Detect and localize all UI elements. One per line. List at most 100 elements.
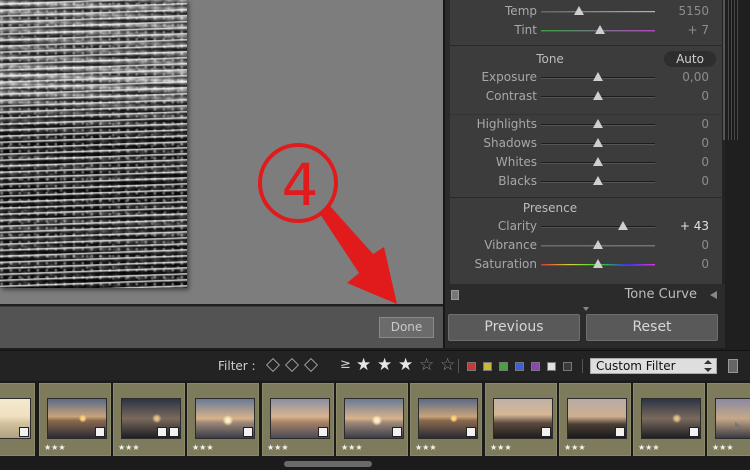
slider-row-temp: Temp 5150 — [450, 2, 723, 21]
thumbnail-rating: ★★★ — [564, 443, 586, 452]
tone-auto-button[interactable]: Auto — [664, 51, 716, 67]
thumbnail-rating: ★★★ — [267, 443, 289, 452]
thumbnail-rating: ★★★ — [118, 443, 140, 452]
color-label-box[interactable] — [467, 362, 476, 371]
color-label-box[interactable] — [515, 362, 524, 371]
divider — [582, 359, 583, 373]
divider — [458, 359, 459, 373]
reset-button[interactable]: Reset — [586, 314, 718, 341]
slider-value[interactable]: 0 — [701, 155, 709, 169]
develop-settings-badge-icon — [169, 427, 179, 437]
filmstrip-thumbnail[interactable]: ★★★ — [707, 383, 750, 456]
slider-label: Whites — [495, 155, 537, 169]
slider-row-highlights: Highlights 0 — [450, 115, 723, 134]
slider-thumb[interactable] — [573, 6, 584, 15]
develop-settings-badge-icon — [19, 427, 29, 437]
slider-label: Highlights — [476, 117, 537, 131]
slider-thumb[interactable] — [593, 240, 603, 249]
photo-preview-area: 4 — [0, 0, 443, 304]
previous-button[interactable]: Previous — [448, 314, 580, 341]
done-button[interactable]: Done — [379, 317, 434, 338]
slider-label: Vibrance — [484, 238, 537, 252]
rating-star-icon[interactable]: ★ — [377, 355, 392, 375]
panel-toggle-switch[interactable] — [451, 290, 459, 300]
filmstrip-thumbnail[interactable]: ★★★ — [262, 383, 334, 456]
preview-toolbar: Done — [0, 306, 443, 348]
slider-thumb[interactable] — [593, 157, 603, 166]
thumbnail-rating: ★★★ — [415, 443, 437, 452]
expand-triangle-icon[interactable] — [710, 291, 717, 299]
slider-value[interactable]: 5150 — [678, 4, 709, 18]
rating-star-icon[interactable]: ★ — [356, 355, 371, 375]
tone-section: Tone Auto Exposure 0,00 Contrast 0 Highlight… — [450, 45, 723, 197]
filmstrip-thumbnail[interactable]: ★★★ — [410, 383, 482, 456]
slider-thumb[interactable] — [617, 221, 628, 230]
filmstrip-thumbnail[interactable]: ★★★ — [39, 383, 111, 456]
basic-panel: Temp 5150 Tint + 7 Tone Auto Exposure 0,00 Co… — [450, 0, 723, 284]
slider-row-tint: Tint + 7 — [450, 21, 723, 40]
slider-thumb[interactable] — [593, 72, 603, 81]
color-label-box[interactable] — [483, 362, 492, 371]
slider-row-blacks: Blacks 0 — [450, 172, 723, 191]
rejected-filter-icon[interactable] — [303, 357, 319, 373]
filmstrip-thumbnail[interactable]: ★★★ — [559, 383, 631, 456]
tone-curve-label: Tone Curve — [624, 287, 697, 302]
color-label-box[interactable] — [563, 362, 572, 371]
rating-comparison[interactable]: ≥ — [340, 357, 351, 372]
filmstrip-scrollbar[interactable] — [0, 458, 750, 470]
filter-label: Filter : — [218, 359, 256, 373]
filmstrip-thumbnail[interactable]: ★★★ — [187, 383, 259, 456]
thumbnail-image — [715, 398, 750, 439]
slider-thumb[interactable] — [593, 119, 603, 128]
slider-row-clarity: Clarity + 43 — [450, 217, 723, 236]
slider-value[interactable]: 0 — [701, 136, 709, 150]
tone-curve-header[interactable]: Tone Curve — [445, 284, 727, 311]
unflagged-filter-icon[interactable] — [284, 357, 300, 373]
filmstrip-next-arrow-icon[interactable] — [735, 422, 741, 430]
slider-value[interactable]: 0 — [701, 89, 709, 103]
rating-star-icon[interactable]: ☆ — [440, 355, 455, 375]
slider-thumb[interactable] — [593, 138, 603, 147]
annotation-number: 4 — [281, 151, 319, 219]
custom-filter-select[interactable]: Custom Filter — [590, 358, 717, 374]
filmstrip-thumbnail[interactable]: ★★★ — [633, 383, 705, 456]
thumbnail-rating: ★★★ — [712, 443, 734, 452]
slider-temp[interactable] — [541, 11, 655, 13]
slider-thumb[interactable] — [593, 259, 603, 268]
slider-value[interactable]: + 7 — [687, 23, 709, 37]
color-label-box[interactable] — [547, 362, 556, 371]
slider-label: Blacks — [498, 174, 537, 188]
slider-row-vibrance: Vibrance 0 — [450, 236, 723, 255]
slider-value[interactable]: 0 — [701, 257, 709, 271]
filmstrip-thumbnail[interactable]: ★★★ — [336, 383, 408, 456]
slider-value[interactable]: 0 — [701, 238, 709, 252]
slider-row-shadows: Shadows 0 — [450, 134, 723, 153]
slider-label: Contrast — [485, 89, 537, 103]
slider-value[interactable]: 0 — [701, 174, 709, 188]
filmstrip-thumbnail[interactable]: ★★★ — [485, 383, 557, 456]
slider-thumb[interactable] — [593, 91, 603, 100]
slider-value[interactable]: 0,00 — [682, 70, 709, 84]
panel-grip-icon[interactable] — [728, 0, 738, 140]
slider-thumb[interactable] — [593, 176, 603, 185]
color-label-box[interactable] — [531, 362, 540, 371]
slider-value[interactable]: + 43 — [680, 219, 709, 233]
develop-settings-badge-icon — [95, 427, 105, 437]
filter-bar: Filter : ≥ ★ ★ ★ ☆ ☆ Custom Filter — [0, 350, 750, 380]
thumbnail-rating: ★★★ — [192, 443, 214, 452]
filmstrip-thumbnail[interactable]: ★★★ — [113, 383, 185, 456]
filmstrip-scrollbar-thumb[interactable] — [284, 461, 372, 467]
thumbnail-rating: ★★★ — [638, 443, 660, 452]
slider-value[interactable]: 0 — [701, 117, 709, 131]
flag-filter-icon[interactable] — [265, 357, 281, 373]
develop-settings-badge-icon — [392, 427, 402, 437]
color-label-box[interactable] — [499, 362, 508, 371]
filmstrip-thumbnail[interactable] — [0, 383, 35, 456]
filter-lock-toggle[interactable] — [728, 359, 738, 373]
thumbnail-rating: ★★★ — [44, 443, 66, 452]
rating-star-icon[interactable]: ★ — [398, 355, 413, 375]
slider-thumb[interactable] — [595, 25, 606, 34]
slider-row-contrast: Contrast 0 — [450, 87, 723, 106]
slider-clarity[interactable] — [541, 226, 655, 228]
rating-star-icon[interactable]: ☆ — [419, 355, 434, 375]
